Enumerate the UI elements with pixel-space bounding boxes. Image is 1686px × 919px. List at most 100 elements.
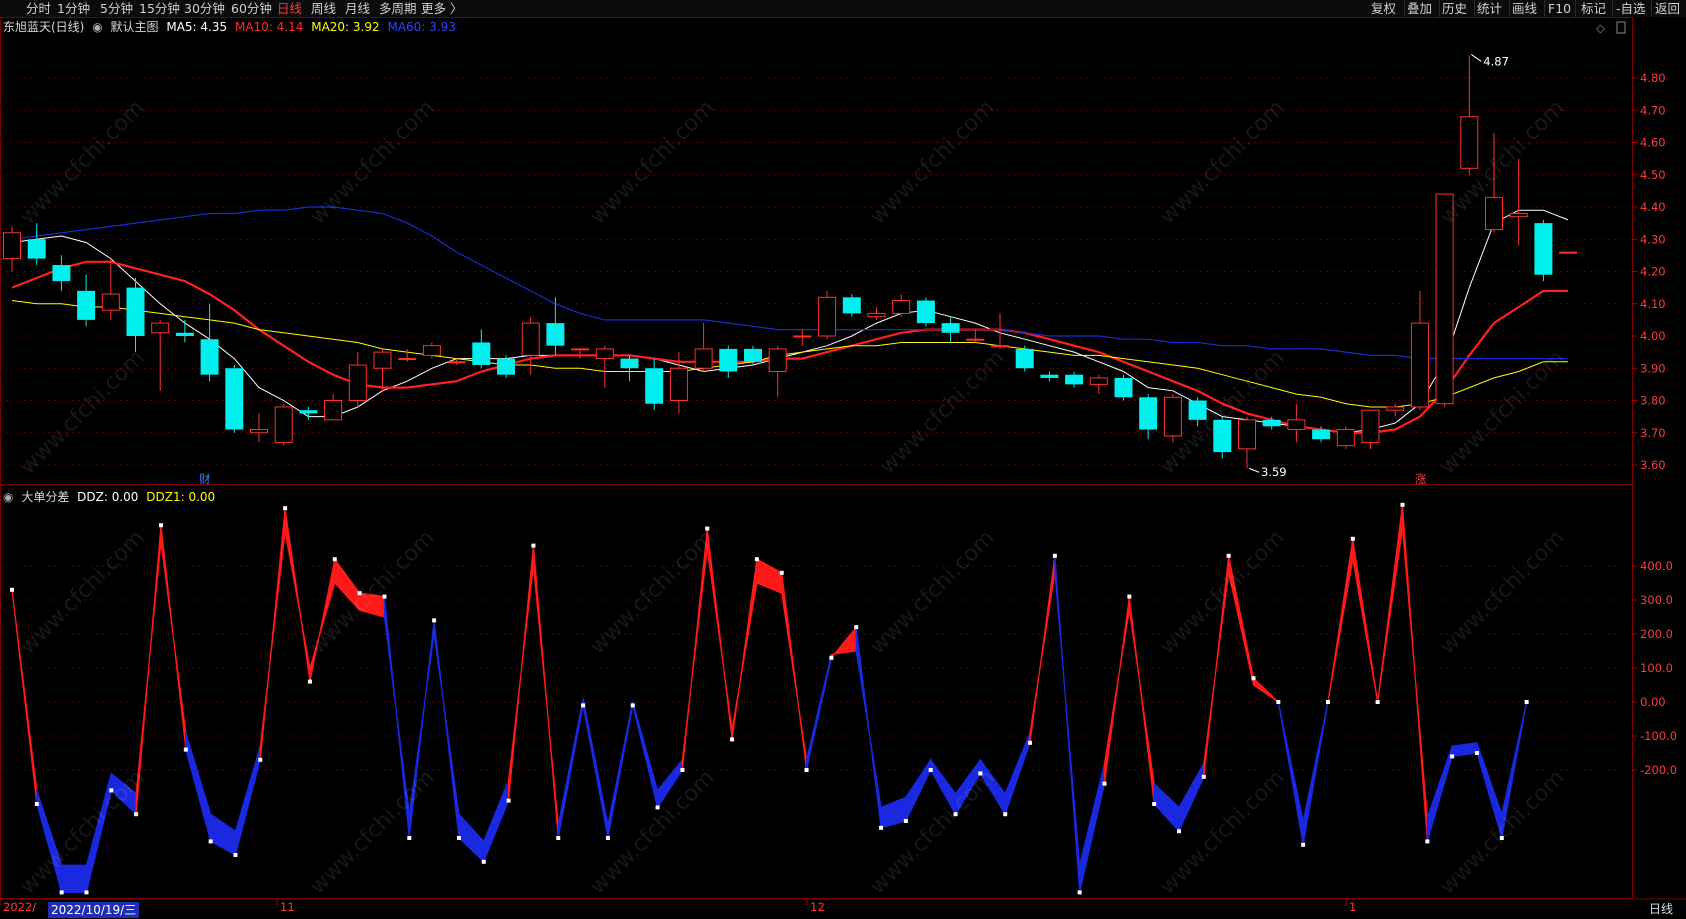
ddz-point — [1201, 774, 1206, 779]
main-tick-label: 3.60 — [1640, 458, 1666, 472]
ddz-point — [407, 836, 412, 840]
high-marker-line — [1471, 54, 1482, 62]
ddz-band — [1327, 538, 1354, 703]
candle — [1065, 371, 1084, 388]
sub-tick-label: -200.0 — [1640, 763, 1677, 777]
candle — [694, 323, 713, 372]
ma-line-ma20 — [11, 300, 1569, 408]
ddz-value: DDZ: 0.00 — [77, 490, 139, 504]
candle — [1386, 403, 1405, 417]
main-tick-label: 4.60 — [1640, 136, 1666, 150]
ddz-band — [880, 796, 907, 829]
diamond-icon[interactable]: ◇ — [1596, 21, 1605, 35]
candle — [151, 319, 170, 391]
ddz-band — [607, 701, 634, 839]
candle — [571, 348, 590, 359]
candle-body — [77, 290, 96, 320]
ddz-band — [731, 559, 758, 740]
ddz-band — [284, 508, 311, 682]
ddz-band — [681, 528, 708, 771]
kline-chart[interactable]: 4.80 4.70 4.60 4.50 4.40 4.30 4.20 4.10 4.00 3.90… — [0, 0, 1686, 919]
ddz-point — [779, 570, 784, 575]
candle — [645, 358, 664, 411]
ddz-point — [1226, 553, 1231, 558]
sub-panel-border — [0, 484, 1633, 899]
template-name[interactable]: 默认主图 — [111, 20, 159, 34]
candle-body — [1287, 419, 1306, 431]
main-tick-label: 3.80 — [1640, 394, 1666, 408]
ddz-point — [10, 587, 14, 592]
ddz-band — [930, 757, 957, 817]
candle-body — [842, 297, 861, 314]
indicator-name[interactable]: 大单分差 — [21, 490, 69, 504]
ddz-band — [1476, 742, 1503, 839]
candle-body — [447, 361, 466, 364]
ddz-point — [1028, 740, 1033, 745]
main-tick-label: 4.10 — [1640, 297, 1666, 311]
candle — [1287, 403, 1306, 443]
candle — [348, 352, 367, 407]
ddz-band — [1451, 742, 1478, 758]
template-icon[interactable]: ◉ — [92, 20, 102, 34]
candle — [324, 394, 343, 421]
ddz-band — [557, 698, 584, 839]
candle — [793, 329, 812, 346]
ddz-point — [730, 737, 735, 742]
candle — [941, 316, 960, 343]
candle — [1238, 416, 1256, 469]
ddz-band — [458, 812, 485, 864]
ddz-band — [1079, 763, 1106, 893]
candle — [1040, 371, 1059, 382]
ddz-band — [135, 525, 162, 815]
ddz-point — [34, 802, 39, 806]
indicator-menu-icon[interactable]: ◉ — [3, 490, 13, 504]
candle — [1114, 374, 1133, 401]
candle-body — [3, 232, 21, 260]
indicator-legend: ◉ 大单分差 DDZ: 0.00 DDZ1: 0.00 — [3, 488, 219, 506]
xaxis-label: 12 — [810, 900, 825, 914]
ddz-band — [1252, 676, 1279, 703]
ddz-band — [1178, 760, 1205, 832]
ma10-value: MA10: 4.14 — [234, 20, 304, 34]
candle-body — [200, 339, 219, 375]
ddz-band — [309, 559, 336, 682]
candle — [1559, 251, 1578, 254]
fin-report-tag: 财 — [199, 472, 211, 486]
sub-tick-label: 400.0 — [1640, 559, 1673, 573]
candle — [52, 255, 71, 291]
ddz-band — [508, 545, 535, 801]
ddz-point — [1425, 839, 1430, 844]
candle — [27, 223, 46, 266]
ddz-point — [1276, 700, 1281, 704]
candle-body — [966, 338, 985, 341]
ddz-band — [1302, 701, 1329, 845]
main-tick-label: 4.80 — [1640, 71, 1666, 85]
ddz-point — [829, 655, 834, 660]
ddz-point — [854, 625, 859, 630]
ddz1-value: DDZ1: 0.00 — [146, 490, 216, 504]
cursor-date: 2022/10/19/三 — [48, 902, 140, 918]
period-button[interactable]: 日线 — [1636, 900, 1686, 919]
ddz-band — [185, 732, 212, 842]
candle — [101, 258, 120, 320]
ddz-point — [978, 771, 983, 776]
ddz-point — [506, 798, 511, 803]
candle — [1509, 158, 1528, 246]
ddz-point — [1077, 890, 1082, 895]
ddz-point — [382, 594, 387, 599]
candle — [200, 303, 219, 382]
ddz-band — [433, 620, 460, 839]
ddz-point — [903, 819, 908, 823]
ddz-point — [1325, 700, 1330, 704]
candle — [620, 355, 639, 382]
candle-body — [1336, 429, 1355, 447]
candle-body — [1386, 406, 1405, 411]
candle-body — [595, 348, 614, 360]
ddz-band — [1377, 504, 1404, 703]
panel-toggle-icon[interactable] — [1616, 21, 1626, 34]
ddz-band — [1501, 701, 1528, 839]
candle-body — [620, 358, 639, 369]
ddz-band — [1029, 555, 1056, 743]
stock-name[interactable]: 东旭蓝天(日线) — [3, 20, 84, 34]
candle — [299, 406, 318, 420]
